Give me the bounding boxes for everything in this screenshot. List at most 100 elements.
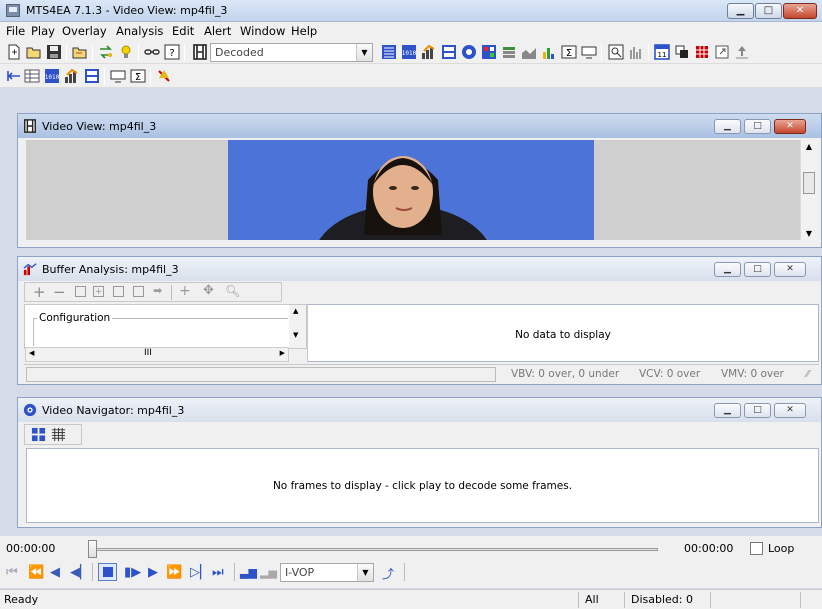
stack-icon[interactable]	[501, 44, 517, 60]
menu-play[interactable]: Play	[31, 24, 55, 38]
seek-thumb[interactable]	[88, 540, 97, 558]
zoom-icon[interactable]	[608, 44, 624, 60]
scroll-down-icon[interactable]: ▼	[801, 229, 817, 238]
macroblock-icon[interactable]	[481, 44, 497, 60]
histogram-icon[interactable]	[628, 44, 644, 60]
info-icon[interactable]	[461, 44, 477, 60]
video-close-button[interactable]: ✕	[774, 119, 806, 134]
calendar-icon[interactable]: 11	[654, 44, 670, 60]
help-icon[interactable]: ?	[164, 44, 180, 60]
config-horizontal-scrollbar[interactable]: ◀ III ▶	[25, 347, 289, 362]
open-stream-icon[interactable]	[72, 44, 88, 60]
step-back-icon[interactable]: ◀	[50, 565, 60, 580]
menu-alert[interactable]: Alert	[204, 24, 231, 38]
layout-icon[interactable]	[674, 44, 690, 60]
menu-analysis[interactable]: Analysis	[116, 24, 163, 38]
menu-window[interactable]: Window	[240, 24, 285, 38]
chevron-down-icon[interactable]: ▼	[357, 564, 373, 581]
navigator-minimize-button[interactable]: ▁	[714, 403, 741, 418]
fast-forward-icon[interactable]: ⏩	[166, 565, 182, 580]
last-frame-icon[interactable]: ⏭	[212, 565, 224, 580]
table-icon[interactable]	[24, 68, 40, 84]
prev-frame-icon[interactable]: ◀▏	[70, 565, 90, 580]
unlock-icon[interactable]	[133, 286, 144, 297]
chart-bars-icon-2[interactable]	[64, 68, 80, 84]
menu-file[interactable]: File	[6, 24, 25, 38]
buffer-minimize-button[interactable]: ▁	[714, 262, 741, 277]
window-icon-2[interactable]	[110, 68, 126, 84]
menu-overlay[interactable]: Overlay	[62, 24, 107, 38]
buffer-maximize-button[interactable]: □	[744, 262, 771, 277]
export-icon[interactable]	[714, 44, 730, 60]
remove-icon[interactable]: −	[53, 283, 66, 301]
scroll-right-icon[interactable]: ▶	[280, 349, 285, 357]
add-icon[interactable]: +	[33, 283, 46, 301]
scroll-thumb[interactable]	[803, 172, 815, 194]
menu-help[interactable]: Help	[291, 24, 317, 38]
link-icon[interactable]	[144, 44, 160, 60]
chevron-down-icon[interactable]: ▼	[356, 44, 372, 61]
grid-view-icon[interactable]	[441, 44, 457, 60]
goto-frame-icon[interactable]: ⤴	[382, 565, 394, 582]
resize-grip[interactable]	[800, 592, 820, 608]
arrow-right-icon[interactable]: ➡	[153, 284, 162, 297]
buffer-close-button[interactable]: ✕	[774, 262, 806, 277]
sigma-icon[interactable]: Σ	[561, 44, 577, 60]
stop-button[interactable]	[98, 563, 117, 581]
lock-icon[interactable]	[113, 286, 124, 297]
navigator-maximize-button[interactable]: □	[744, 403, 771, 418]
open-folder-icon[interactable]	[26, 44, 42, 60]
seek-track[interactable]	[90, 548, 658, 551]
bitrate-bars-icon[interactable]: ▃▆	[240, 566, 257, 579]
window-icon[interactable]	[581, 44, 597, 60]
configuration-label: Configuration	[37, 312, 113, 324]
save-icon[interactable]	[46, 44, 62, 60]
config-vertical-scrollbar[interactable]: ▲ ▼	[289, 305, 306, 348]
alert-disable-icon[interactable]	[156, 68, 172, 84]
loop-checkbox[interactable]	[750, 542, 763, 555]
binary-view-icon[interactable]: 1010	[401, 44, 417, 60]
zoom-icon[interactable]: 🔍︎	[225, 284, 240, 298]
bulb-icon[interactable]	[118, 44, 134, 60]
sigma-icon-2[interactable]: Σ	[130, 68, 146, 84]
vcv-status: VCV: 0 over	[639, 368, 701, 380]
grid-view-icon-2[interactable]	[84, 68, 100, 84]
next-frame-icon[interactable]: ▷▏	[190, 565, 210, 580]
video-minimize-button[interactable]: ▁	[714, 119, 741, 134]
svg-text:Σ: Σ	[135, 72, 141, 83]
bar-chart-icon[interactable]	[541, 44, 557, 60]
play-step-icon[interactable]: ▮▶	[124, 565, 141, 580]
crosshair-icon[interactable]: +	[179, 283, 191, 299]
pan-icon[interactable]: ✥	[203, 283, 214, 298]
frame-bars-icon[interactable]: ▂▅	[260, 566, 277, 579]
upload-icon[interactable]	[734, 44, 750, 60]
binary-view-icon-2[interactable]: 1010	[44, 68, 60, 84]
list-view-icon[interactable]	[381, 44, 397, 60]
video-vertical-scrollbar[interactable]: ▲ ▼	[800, 140, 817, 240]
minimize-button[interactable]: ▁	[727, 3, 754, 19]
chart-bars-icon[interactable]	[421, 44, 437, 60]
navigator-close-button[interactable]: ✕	[774, 403, 806, 418]
list-view-icon[interactable]	[51, 427, 66, 442]
first-frame-icon[interactable]: ⏮	[6, 565, 18, 580]
maximize-button[interactable]: □	[755, 3, 782, 19]
new-file-icon[interactable]	[6, 44, 22, 60]
scroll-up-icon[interactable]: ▲	[801, 142, 817, 151]
fit-icon[interactable]: +	[93, 286, 104, 297]
thumbnail-view-icon[interactable]	[31, 427, 46, 442]
page-icon[interactable]	[75, 286, 86, 297]
mode-select[interactable]: Decoded ▼	[210, 43, 373, 62]
resize-grip-icon[interactable]: ⁄⁄	[806, 369, 809, 380]
rewind-fast-icon[interactable]: ⏪	[28, 565, 44, 580]
scroll-left-icon[interactable]: ◀	[29, 349, 34, 357]
menu-edit[interactable]: Edit	[172, 24, 194, 38]
area-chart-icon[interactable]	[521, 44, 537, 60]
frame-type-select[interactable]: I-VOP ▼	[280, 563, 374, 582]
jump-start-icon[interactable]	[6, 68, 22, 84]
scroll-thumb-grip[interactable]: III	[144, 348, 152, 358]
swap-icon[interactable]	[98, 44, 114, 60]
video-maximize-button[interactable]: □	[744, 119, 771, 134]
close-button[interactable]: ✕	[783, 3, 817, 19]
grid-red-icon[interactable]	[694, 44, 710, 60]
play-icon[interactable]: ▶	[148, 565, 158, 580]
